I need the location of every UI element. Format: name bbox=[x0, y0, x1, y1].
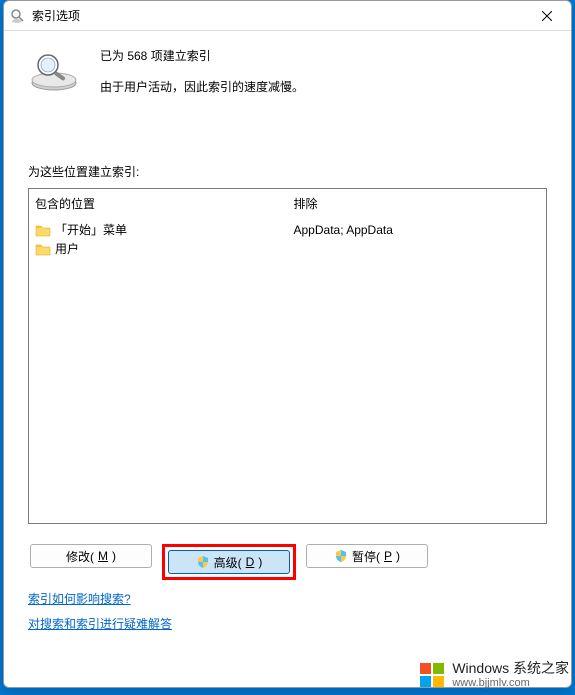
locations-table: 包含的位置 「开始」菜单 用户 排除 bbox=[28, 188, 547, 524]
indexed-count-text: 已为 568 项建立索引 bbox=[100, 47, 304, 64]
window-title: 索引选项 bbox=[32, 7, 529, 24]
indexing-icon bbox=[28, 49, 80, 93]
folder-icon bbox=[35, 242, 51, 256]
status-row: 已为 568 项建立索引 由于用户活动，因此索引的速度减慢。 bbox=[28, 47, 547, 95]
list-item[interactable]: 「开始」菜单 bbox=[35, 220, 282, 239]
shield-icon bbox=[334, 549, 348, 563]
button-row: 修改(M) 高级(D) bbox=[28, 544, 547, 580]
included-column: 包含的位置 「开始」菜单 用户 bbox=[29, 189, 288, 523]
list-item[interactable]: 用户 bbox=[35, 239, 282, 258]
exclude-item: AppData; AppData bbox=[294, 222, 541, 238]
content-area: 已为 568 项建立索引 由于用户活动，因此索引的速度减慢。 为这些位置建立索引… bbox=[4, 31, 571, 644]
highlighted-button-frame: 高级(D) bbox=[162, 544, 296, 580]
magnifier-icon bbox=[10, 8, 26, 24]
indexing-speed-text: 由于用户活动，因此索引的速度减慢。 bbox=[100, 78, 304, 95]
item-label: 「开始」菜单 bbox=[55, 221, 127, 238]
titlebar: 索引选项 bbox=[4, 1, 571, 31]
item-label: 用户 bbox=[55, 240, 79, 257]
shield-icon bbox=[196, 555, 210, 569]
indexing-options-window: 索引选项 已为 568 项建立索引 由于用户活动，因此索引的速度减慢。 为这些位… bbox=[3, 0, 572, 688]
advanced-button[interactable]: 高级(D) bbox=[168, 550, 290, 574]
status-text: 已为 568 项建立索引 由于用户活动，因此索引的速度减慢。 bbox=[100, 47, 304, 95]
exclude-column: 排除 AppData; AppData bbox=[288, 189, 547, 523]
modify-button[interactable]: 修改(M) bbox=[30, 544, 152, 568]
locations-label: 为这些位置建立索引: bbox=[28, 163, 547, 180]
included-header: 包含的位置 bbox=[35, 193, 282, 214]
pause-button[interactable]: 暂停(P) bbox=[306, 544, 428, 568]
close-icon bbox=[542, 11, 552, 21]
help-link-troubleshoot[interactable]: 对搜索和索引进行疑难解答 bbox=[28, 615, 172, 632]
folder-icon bbox=[35, 223, 51, 237]
help-link-search-impact[interactable]: 索引如何影响搜索? bbox=[28, 590, 131, 607]
close-button[interactable] bbox=[529, 4, 565, 28]
exclude-header: 排除 bbox=[294, 193, 541, 214]
